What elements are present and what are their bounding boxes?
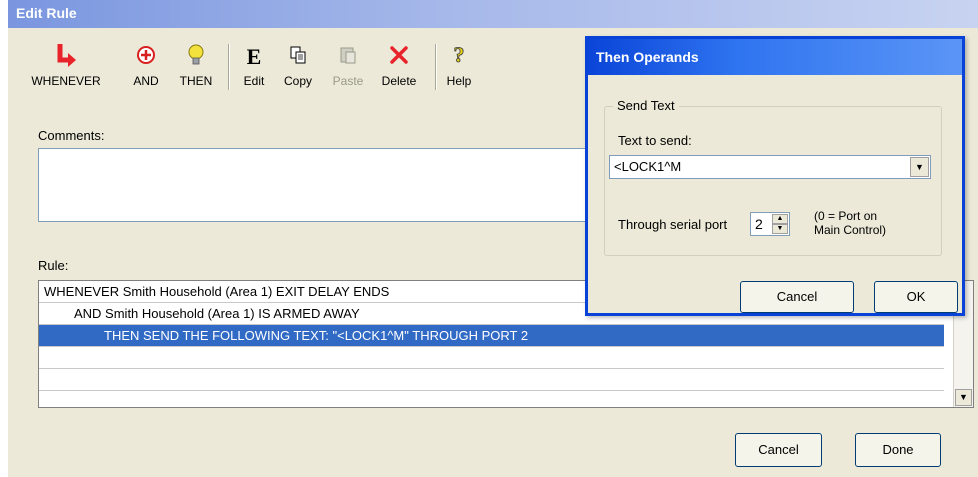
comments-textarea[interactable] [38, 148, 600, 222]
paste-icon [328, 40, 368, 70]
done-button[interactable]: Done [855, 433, 941, 467]
scroll-down-arrow-icon[interactable]: ▼ [955, 389, 972, 406]
spin-up-icon[interactable]: ▲ [772, 214, 788, 224]
rule-label: Rule: [38, 258, 69, 273]
rule-row-text: WHENEVER Smith Household (Area 1) EXIT D… [44, 284, 390, 299]
send-text-group-label: Send Text [613, 98, 679, 113]
rule-row[interactable] [39, 369, 944, 391]
delete-x-icon [376, 40, 422, 70]
then-button[interactable]: THEN [176, 40, 216, 98]
svg-text:E: E [247, 44, 262, 69]
toolbar-separator [228, 44, 230, 90]
svg-text:?: ? [454, 42, 465, 67]
whenever-arrow-icon [26, 40, 106, 70]
dialog-cancel-button[interactable]: Cancel [740, 281, 854, 313]
rule-row-text: AND Smith Household (Area 1) IS ARMED AW… [74, 306, 360, 321]
comments-label: Comments: [38, 128, 105, 143]
whenever-label: WHENEVER [31, 74, 101, 88]
then-operands-titlebar[interactable]: Then Operands [588, 39, 962, 75]
edit-rule-titlebar[interactable]: Edit Rule [8, 0, 978, 28]
edit-label: Edit [243, 74, 265, 88]
help-button[interactable]: ? Help [442, 40, 476, 98]
serial-port-label: Through serial port [618, 217, 728, 232]
delete-label: Delete [381, 74, 417, 88]
toolbar-separator [435, 44, 437, 90]
toolbar: WHENEVER AND THEN E Edit Copy Paste Dele… [8, 40, 608, 98]
port-note-line1: (0 = Port on [814, 209, 878, 223]
text-to-send-label: Text to send: [618, 133, 692, 148]
then-label: THEN [179, 74, 213, 88]
delete-button[interactable]: Delete [376, 40, 422, 98]
text-to-send-combobox[interactable]: <LOCK1^M ▼ [609, 155, 931, 179]
edit-rule-title: Edit Rule [16, 5, 77, 21]
and-label: AND [133, 74, 159, 88]
copy-icon [278, 40, 318, 70]
plus-circle-icon [128, 40, 164, 70]
dialog-ok-button[interactable]: OK [874, 281, 958, 313]
paste-button[interactable]: Paste [328, 40, 368, 98]
edit-button[interactable]: E Edit [239, 40, 269, 98]
copy-label: Copy [283, 74, 312, 88]
then-operands-dialog: Then Operands Send Text Text to send: <L… [585, 36, 965, 316]
whenever-button[interactable]: WHENEVER [26, 40, 106, 98]
help-question-icon: ? [442, 40, 476, 70]
rule-row-text: THEN SEND THE FOLLOWING TEXT: "<LOCK1^M"… [104, 328, 529, 343]
edit-e-icon: E [239, 40, 269, 70]
rule-row[interactable]: THEN SEND THE FOLLOWING TEXT: "<LOCK1^M"… [39, 325, 944, 347]
paste-label: Paste [332, 74, 364, 88]
then-operands-title: Then Operands [596, 49, 699, 65]
help-label: Help [446, 74, 472, 88]
cancel-button[interactable]: Cancel [735, 433, 822, 467]
text-to-send-value: <LOCK1^M [614, 159, 682, 174]
copy-button[interactable]: Copy [278, 40, 318, 98]
serial-port-value: 2 [755, 216, 763, 232]
chevron-down-icon[interactable]: ▼ [910, 157, 929, 177]
rule-row[interactable] [39, 347, 944, 369]
and-button[interactable]: AND [128, 40, 164, 98]
spin-down-icon[interactable]: ▼ [772, 224, 788, 234]
lightbulb-icon [176, 40, 216, 70]
port-note-line2: Main Control) [814, 223, 887, 237]
serial-port-spinner[interactable]: 2 ▲ ▼ [750, 212, 790, 236]
